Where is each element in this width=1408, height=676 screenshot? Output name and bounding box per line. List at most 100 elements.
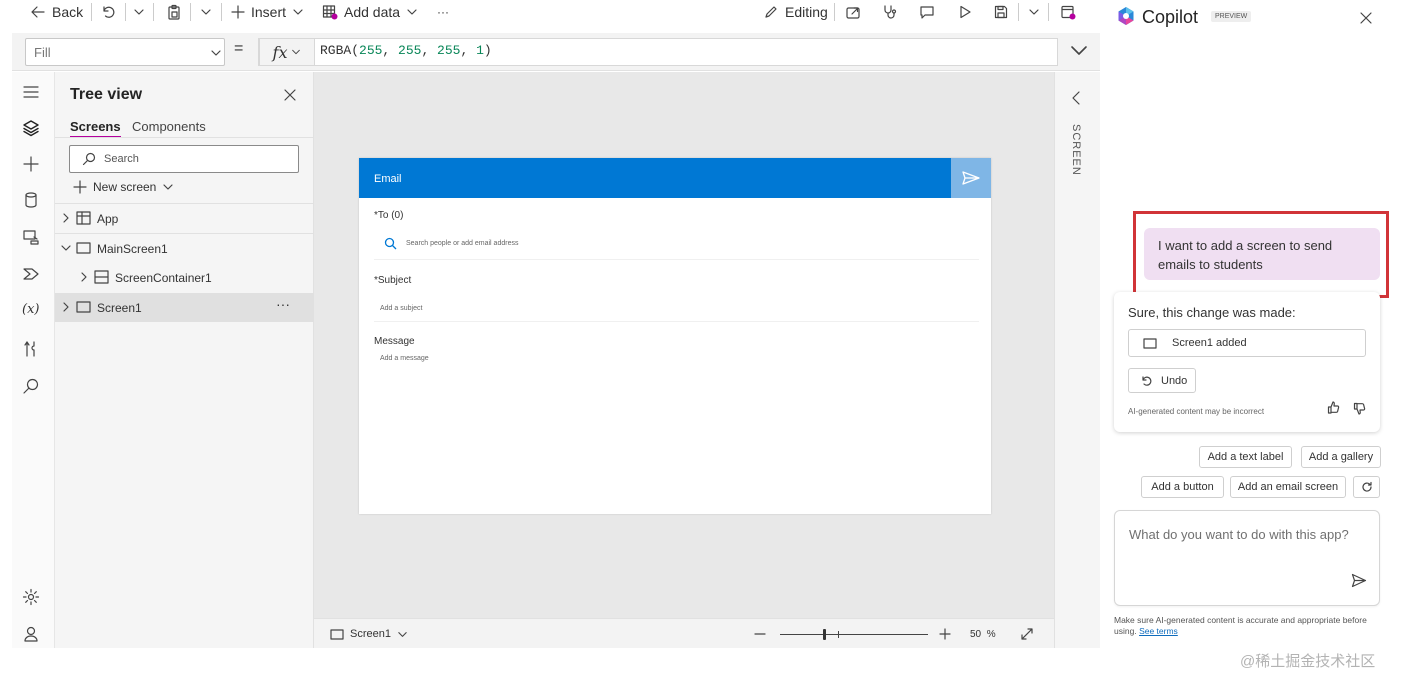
database-icon	[25, 192, 37, 208]
screen-selector-label: Screen1	[350, 628, 391, 640]
insert-rail-button[interactable]	[22, 155, 40, 173]
preview-button[interactable]	[957, 0, 973, 24]
paste-button[interactable]	[166, 0, 182, 24]
insert-button[interactable]: Insert	[231, 0, 304, 24]
virtual-agent-button[interactable]	[22, 625, 40, 643]
power-automate-button[interactable]	[22, 265, 40, 283]
plus-icon	[939, 628, 951, 640]
tree-item-mainscreen1[interactable]: MainScreen1	[55, 234, 314, 263]
email-screen[interactable]: Email *To (0) Search people or add email…	[359, 158, 991, 514]
suggestion-add-gallery[interactable]: Add a gallery	[1301, 446, 1381, 468]
undo-change-button[interactable]: Undo	[1128, 368, 1196, 393]
to-input[interactable]: Search people or add email address	[374, 230, 979, 260]
share-button[interactable]	[845, 0, 861, 24]
expand-properties-button[interactable]	[1071, 91, 1081, 105]
editing-label: Editing	[785, 4, 828, 20]
refresh-suggestions-button[interactable]	[1353, 476, 1380, 498]
flow-icon	[23, 268, 39, 280]
copilot-logo-icon	[1118, 7, 1134, 25]
chevron-right-icon	[63, 213, 69, 223]
suggestion-add-email-screen[interactable]: Add an email screen	[1230, 476, 1346, 498]
copilot-pane: Copilot PREVIEW I want to add a screen t…	[1100, 0, 1408, 676]
tree-item-label: ScreenContainer1	[115, 271, 212, 285]
tab-screens[interactable]: Screens	[70, 119, 121, 138]
zoom-slider-thumb[interactable]	[823, 629, 827, 640]
tree-search-input[interactable]: Search	[69, 145, 299, 173]
new-screen-button[interactable]: New screen	[73, 180, 174, 194]
fx-button[interactable]: fx	[259, 38, 315, 66]
advanced-tools-button[interactable]	[22, 340, 40, 358]
plus-icon	[231, 5, 245, 19]
data-button[interactable]	[22, 191, 40, 209]
search-rail-button[interactable]	[22, 377, 40, 395]
media-button[interactable]	[22, 228, 40, 246]
variables-icon[interactable]: (x)	[22, 302, 39, 317]
change-item[interactable]: Screen1 added	[1128, 329, 1366, 357]
tools-icon	[24, 341, 35, 357]
search-icon	[82, 152, 96, 166]
tab-components[interactable]: Components	[132, 119, 206, 134]
close-tree-button[interactable]	[283, 88, 297, 102]
copilot-input[interactable]: What do you want to do with this app?	[1114, 510, 1380, 606]
zoom-unit: %	[986, 629, 996, 640]
formula-func: RGBA(	[320, 43, 360, 58]
suggestion-add-text-label[interactable]: Add a text label	[1199, 446, 1292, 468]
publish-button[interactable]	[1060, 0, 1076, 24]
pencil-icon	[765, 6, 777, 18]
tree-item-app[interactable]: App	[55, 204, 314, 233]
refresh-icon	[1361, 481, 1372, 492]
tree-item-screencontainer1[interactable]: ScreenContainer1	[55, 263, 314, 292]
message-placeholder: Add a message	[380, 355, 429, 362]
bot-icon	[24, 626, 38, 642]
subject-input[interactable]: Add a subject	[374, 296, 979, 322]
fit-to-window-button[interactable]	[1020, 627, 1034, 641]
thumbs-up-button[interactable]	[1327, 401, 1340, 414]
zoom-in-button[interactable]	[939, 628, 951, 640]
app-checker-button[interactable]	[882, 0, 898, 24]
chevron-down-icon	[211, 50, 221, 56]
editing-button[interactable]: Editing	[763, 0, 828, 24]
watermark: @稀土掘金技术社区	[1240, 653, 1376, 670]
tree-view-button[interactable]	[22, 119, 40, 137]
comments-button[interactable]	[919, 0, 935, 24]
chevron-down-icon	[1029, 9, 1039, 15]
thumbs-down-icon	[1353, 402, 1366, 415]
search-icon	[23, 378, 39, 394]
see-terms-link[interactable]: See terms	[1139, 626, 1178, 636]
zoom-out-button[interactable]	[754, 628, 766, 640]
settings-button[interactable]	[22, 588, 40, 606]
save-button[interactable]	[993, 0, 1009, 24]
screen-selector[interactable]: Screen1	[330, 628, 408, 640]
tree-view-title: Tree view	[70, 86, 143, 103]
tree-item-more-button[interactable]: ···	[276, 296, 290, 312]
property-dropdown[interactable]: Fill	[25, 38, 225, 66]
tree-item-screen1[interactable]: Screen1 ···	[55, 293, 314, 322]
add-data-label: Add data	[344, 4, 401, 20]
expand-formula-button[interactable]	[1070, 44, 1088, 58]
undo-button[interactable]	[100, 0, 116, 24]
thumbs-down-button[interactable]	[1353, 402, 1366, 415]
back-button[interactable]: Back	[30, 0, 83, 24]
close-icon	[1360, 12, 1372, 24]
paste-dropdown[interactable]	[200, 0, 212, 24]
zoom-slider[interactable]	[780, 629, 928, 640]
more-button[interactable]: ···	[437, 0, 449, 24]
formula-arg: 255	[359, 43, 383, 58]
search-icon	[384, 237, 397, 250]
close-copilot-button[interactable]	[1359, 11, 1373, 25]
copilot-send-button[interactable]	[1351, 573, 1367, 588]
save-dropdown[interactable]	[1028, 0, 1040, 24]
user-message-text: I want to add a screen to send emails to…	[1158, 238, 1333, 272]
suggestion-add-button[interactable]: Add a button	[1141, 476, 1224, 498]
properties-collapsed-strip: SCREEN	[1054, 72, 1100, 648]
gear-icon	[22, 588, 40, 606]
new-screen-label: New screen	[93, 180, 157, 194]
message-input[interactable]: Add a message	[374, 351, 979, 501]
send-email-button[interactable]	[951, 158, 991, 198]
to-label: *To (0)	[374, 210, 404, 221]
layers-icon	[23, 120, 39, 137]
undo-dropdown[interactable]	[133, 0, 145, 24]
response-title: Sure, this change was made:	[1128, 305, 1296, 320]
menu-button[interactable]	[22, 83, 40, 101]
add-data-button[interactable]: Add data	[322, 0, 418, 24]
